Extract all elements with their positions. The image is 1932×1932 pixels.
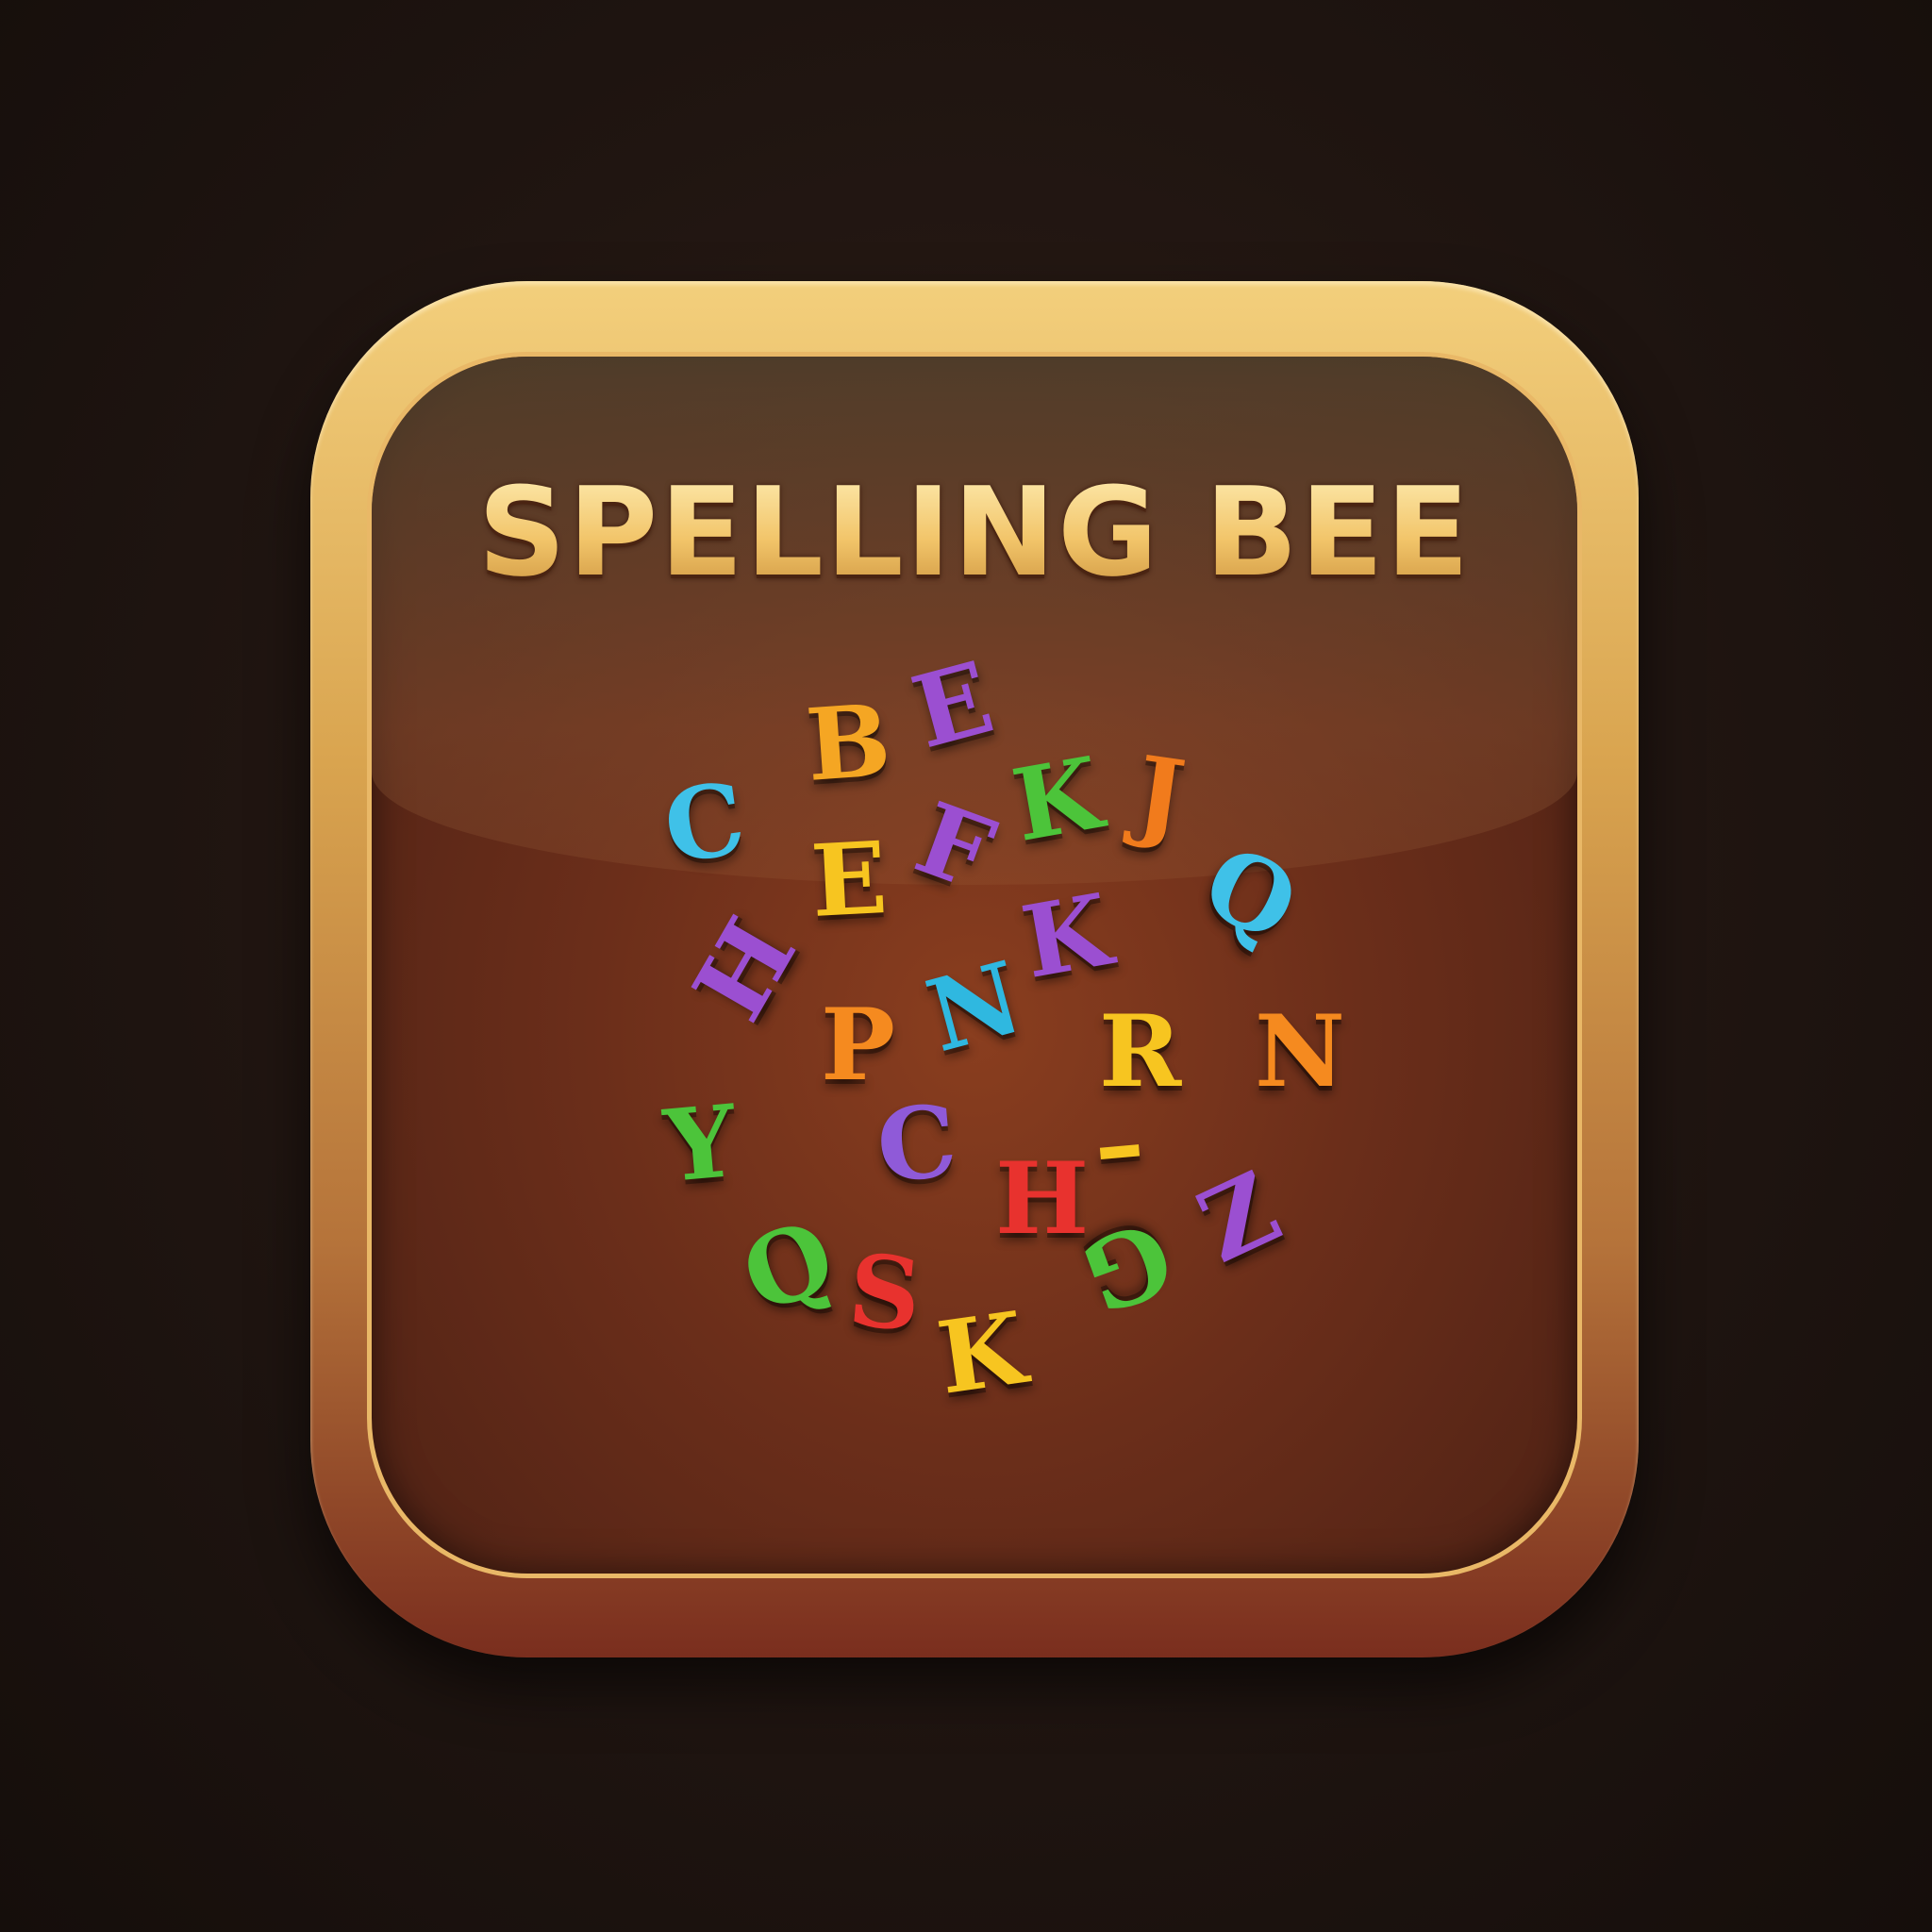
letter-tile: K [930,1289,1033,1417]
letter-tile: P [821,986,895,1103]
letter-tile: C [657,758,752,887]
app-title: SPELLING BEE [372,460,1577,604]
letter-tile: S [843,1230,926,1355]
letter-tile: C [872,1081,961,1206]
letter-tile: K [1013,871,1120,1001]
letter-tile: B [802,681,894,804]
letter-tile: Y [659,1081,741,1206]
letter-tile: E [808,818,891,941]
letter-tile: – [1089,1082,1149,1205]
letter-tile: N [1255,992,1345,1109]
letter-tile: K [1004,734,1110,864]
